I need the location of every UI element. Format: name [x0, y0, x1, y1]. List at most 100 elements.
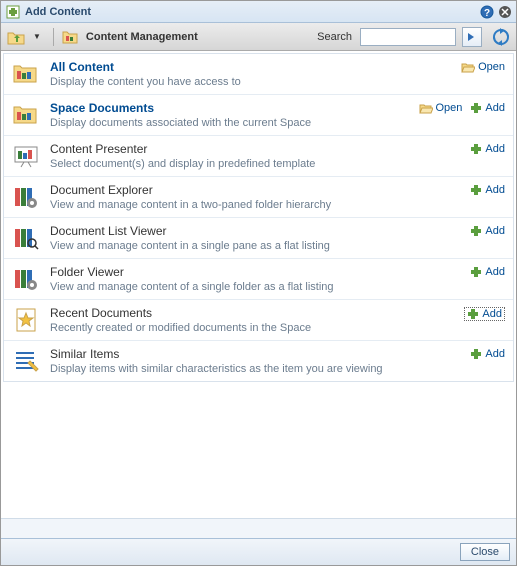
- star-doc-icon: [12, 306, 40, 334]
- item-description: Display the content you have access to: [50, 76, 451, 88]
- folder-open-icon: [419, 102, 433, 114]
- item-description: Display documents associated with the cu…: [50, 117, 409, 129]
- open-label: Open: [478, 61, 505, 73]
- item-actions: Add: [464, 307, 505, 321]
- item-title: Document List Viewer: [50, 224, 460, 238]
- add-action[interactable]: Add: [470, 143, 505, 155]
- open-action[interactable]: Open: [419, 102, 463, 114]
- item-title: Recent Documents: [50, 306, 454, 320]
- plus-icon: [470, 143, 482, 155]
- plus-icon: [470, 266, 482, 278]
- search-go-button[interactable]: [462, 27, 482, 47]
- close-button[interactable]: Close: [460, 543, 510, 561]
- plus-icon: [470, 102, 482, 114]
- item-body: Space Documents Display documents associa…: [50, 101, 409, 129]
- folder-open-icon: [461, 61, 475, 73]
- refresh-button[interactable]: [492, 28, 510, 46]
- item-description: Display items with similar characteristi…: [50, 363, 460, 375]
- item-actions: Add: [470, 348, 505, 360]
- item-body: Document List Viewer View and manage cont…: [50, 224, 460, 252]
- item-icon: [12, 306, 40, 334]
- breadcrumb-icon: [62, 29, 78, 45]
- add-action[interactable]: Add: [470, 266, 505, 278]
- books-gear-icon: [12, 265, 40, 293]
- item-icon: [12, 224, 40, 252]
- item-actions: Open: [461, 61, 505, 73]
- add-action[interactable]: Add: [464, 307, 505, 321]
- item-body: Document ExplorerView and manage content…: [50, 183, 460, 211]
- add-action[interactable]: Add: [470, 102, 505, 114]
- item-description: View and manage content in a two-paned f…: [50, 199, 460, 211]
- add-content-icon: [5, 4, 21, 20]
- item-actions: Open Add: [419, 102, 506, 114]
- add-action[interactable]: Add: [470, 348, 505, 360]
- folder-stack-icon: [12, 101, 40, 129]
- search-label: Search: [317, 31, 352, 43]
- separator: [53, 28, 54, 46]
- item-icon: [12, 60, 40, 88]
- content-list: All Content Display the content you have …: [3, 53, 514, 382]
- list-item: Content Presenter Select document(s) and …: [4, 136, 513, 177]
- item-body: All Content Display the content you have …: [50, 60, 451, 88]
- item-icon: [12, 265, 40, 293]
- footer: Close: [1, 538, 516, 565]
- item-title[interactable]: All Content: [50, 60, 451, 74]
- svg-text:?: ?: [484, 8, 490, 19]
- history-dropdown[interactable]: ▼: [29, 32, 45, 41]
- item-actions: Add: [470, 266, 505, 278]
- plus-icon: [467, 308, 479, 320]
- add-label: Add: [485, 266, 505, 278]
- add-label: Add: [485, 184, 505, 196]
- add-label: Add: [485, 143, 505, 155]
- add-action[interactable]: Add: [470, 225, 505, 237]
- item-actions: Add: [470, 143, 505, 155]
- open-action[interactable]: Open: [461, 61, 505, 73]
- item-description: View and manage content of a single fold…: [50, 281, 460, 293]
- add-label: Add: [485, 348, 505, 360]
- toolbar: ▼ Content Management Search: [1, 23, 516, 51]
- presenter-icon: [12, 142, 40, 170]
- item-body: Content Presenter Select document(s) and …: [50, 142, 460, 170]
- up-folder-button[interactable]: [7, 29, 25, 45]
- item-description: Select document(s) and display in predef…: [50, 158, 460, 170]
- item-body: Recent Documents Recently created or modi…: [50, 306, 454, 334]
- item-icon: [12, 183, 40, 211]
- item-icon: [12, 101, 40, 129]
- dialog-title: Add Content: [25, 6, 476, 18]
- open-label: Open: [436, 102, 463, 114]
- list-item: Folder Viewer View and manage content of …: [4, 259, 513, 300]
- item-body: Folder Viewer View and manage content of …: [50, 265, 460, 293]
- close-icon[interactable]: [498, 5, 512, 19]
- refresh-icon: [492, 28, 510, 46]
- item-description: Recently created or modified documents i…: [50, 322, 454, 334]
- add-label: Add: [485, 102, 505, 114]
- item-title: Content Presenter: [50, 142, 460, 156]
- arrow-right-icon: [467, 32, 477, 42]
- item-body: Similar Items Display items with similar …: [50, 347, 460, 375]
- books-search-icon: [12, 224, 40, 252]
- folder-up-icon: [7, 29, 25, 45]
- help-icon[interactable]: ?: [480, 5, 494, 19]
- titlebar: Add Content ?: [1, 1, 516, 23]
- plus-icon: [470, 184, 482, 196]
- list-item: All Content Display the content you have …: [4, 54, 513, 95]
- add-label: Add: [485, 225, 505, 237]
- item-title: Folder Viewer: [50, 265, 460, 279]
- books-gear-icon: [12, 183, 40, 211]
- list-pencil-icon: [12, 347, 40, 375]
- item-actions: Add: [470, 184, 505, 196]
- search-input[interactable]: [360, 28, 456, 46]
- list-item: Space Documents Display documents associa…: [4, 95, 513, 136]
- item-icon: [12, 347, 40, 375]
- item-description: View and manage content in a single pane…: [50, 240, 460, 252]
- plus-icon: [470, 348, 482, 360]
- breadcrumb[interactable]: Content Management: [86, 31, 198, 43]
- list-item: Recent Documents Recently created or modi…: [4, 300, 513, 341]
- add-action[interactable]: Add: [470, 184, 505, 196]
- list-item: Document ExplorerView and manage content…: [4, 177, 513, 218]
- item-title[interactable]: Space Documents: [50, 101, 409, 115]
- add-label: Add: [482, 308, 502, 320]
- item-icon: [12, 142, 40, 170]
- plus-icon: [470, 225, 482, 237]
- item-title: Similar Items: [50, 347, 460, 361]
